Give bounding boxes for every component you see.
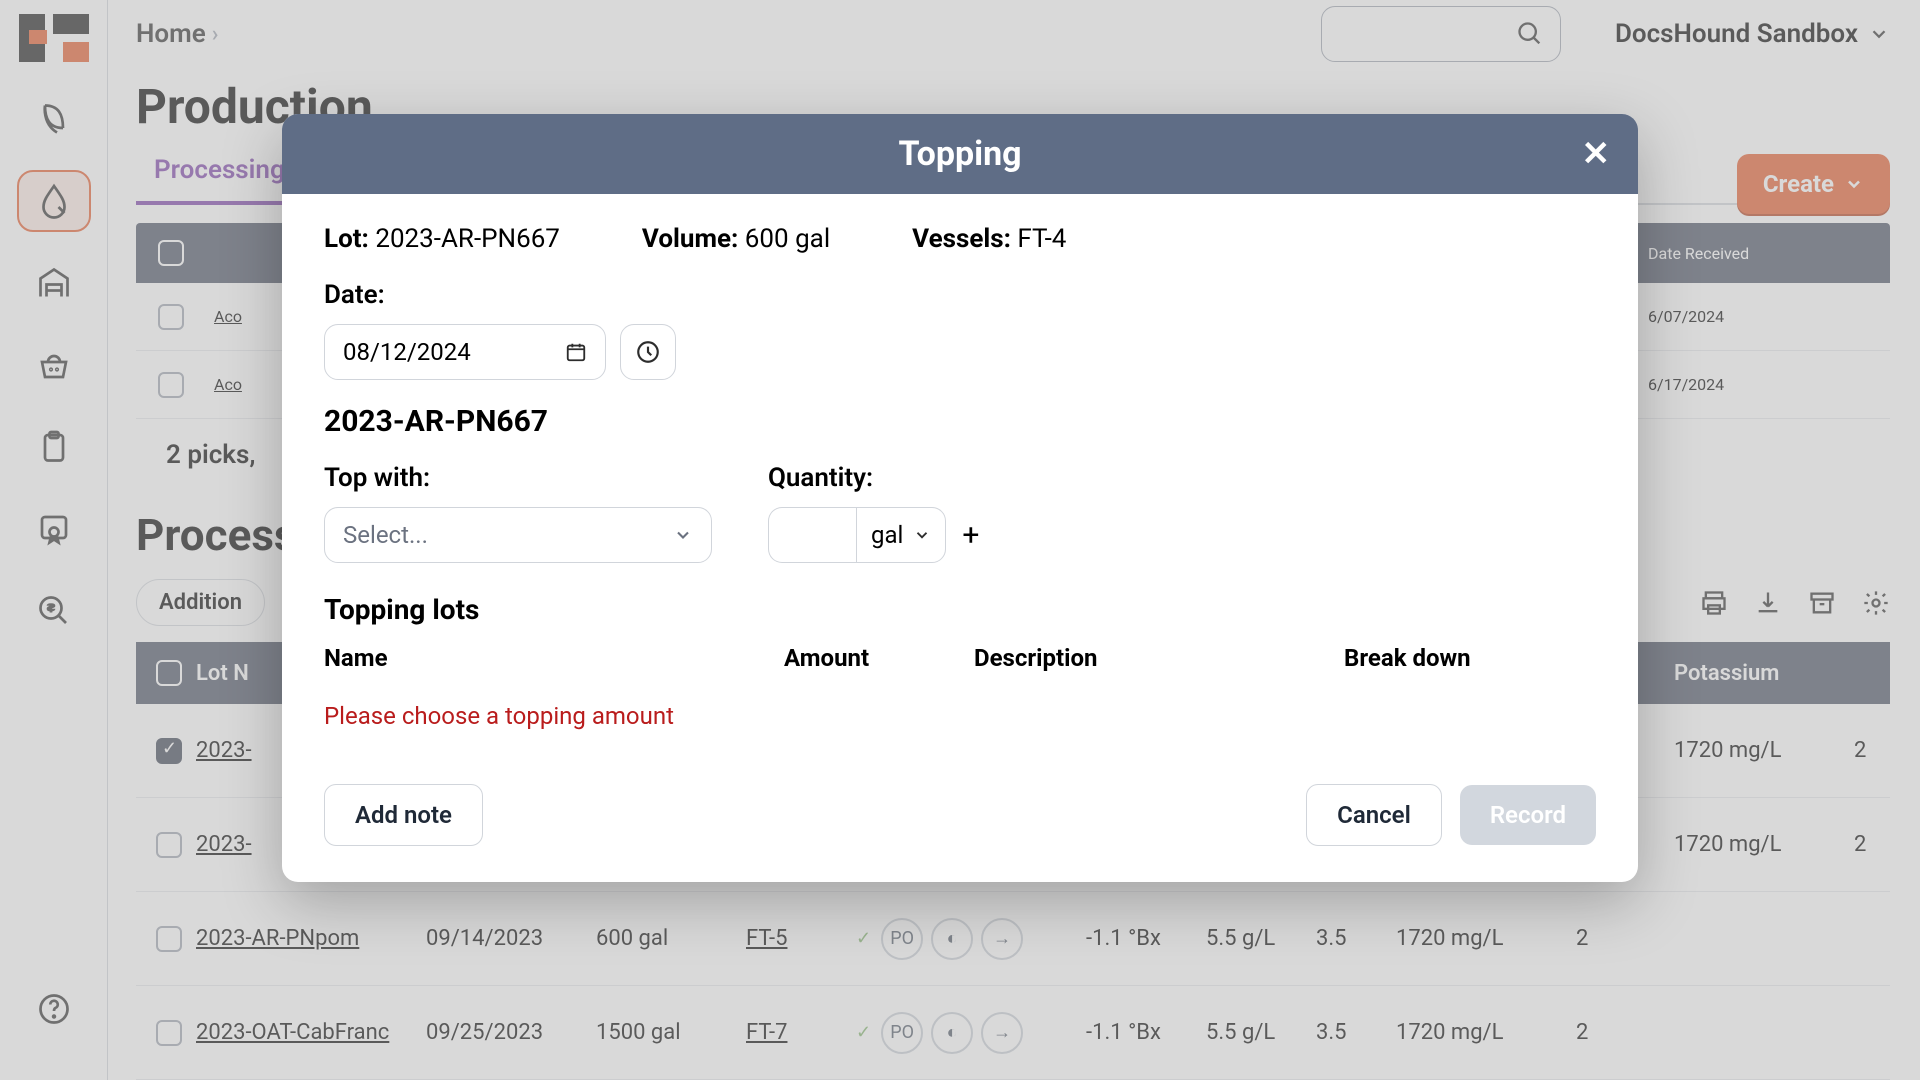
tl-desc-header: Description bbox=[974, 644, 1344, 672]
quantity-label: Quantity: bbox=[768, 463, 979, 493]
clock-icon bbox=[635, 339, 661, 365]
record-button[interactable]: Record bbox=[1460, 785, 1596, 845]
lot-subtitle: 2023-AR-PN667 bbox=[324, 404, 1596, 439]
tl-break-header: Break down bbox=[1344, 644, 1471, 672]
chevron-down-icon bbox=[913, 526, 931, 544]
top-with-label: Top with: bbox=[324, 463, 712, 493]
add-note-button[interactable]: Add note bbox=[324, 784, 483, 846]
error-message: Please choose a topping amount bbox=[324, 702, 1596, 730]
tl-name-header: Name bbox=[324, 644, 784, 672]
quantity-input[interactable] bbox=[768, 507, 856, 563]
modal-title: Topping bbox=[898, 134, 1021, 174]
select-placeholder: Select... bbox=[343, 521, 428, 549]
quantity-unit-select[interactable]: gal bbox=[856, 507, 946, 563]
unit-label: gal bbox=[871, 521, 903, 549]
time-button[interactable] bbox=[620, 324, 676, 380]
date-value: 08/12/2024 bbox=[343, 338, 471, 366]
lot-label: Lot: bbox=[324, 224, 369, 254]
date-label: Date: bbox=[324, 280, 1596, 310]
volume-label: Volume: bbox=[642, 224, 738, 254]
modal-header: Topping ✕ bbox=[282, 114, 1638, 194]
close-icon[interactable]: ✕ bbox=[1582, 134, 1611, 174]
topping-lots-title: Topping lots bbox=[324, 593, 1596, 626]
cancel-button[interactable]: Cancel bbox=[1306, 784, 1442, 846]
topping-modal: Topping ✕ Lot: 2023-AR-PN667 Volume: 600… bbox=[282, 114, 1638, 882]
date-input[interactable]: 08/12/2024 bbox=[324, 324, 606, 380]
lot-value: 2023-AR-PN667 bbox=[375, 224, 560, 254]
volume-value: 600 gal bbox=[745, 224, 830, 254]
vessels-value: FT-4 bbox=[1017, 224, 1066, 254]
add-quantity-button[interactable]: + bbox=[962, 518, 979, 553]
chevron-down-icon bbox=[673, 525, 693, 545]
tl-amount-header: Amount bbox=[784, 644, 974, 672]
calendar-icon bbox=[565, 341, 587, 363]
vessels-label: Vessels: bbox=[912, 224, 1011, 254]
top-with-select[interactable]: Select... bbox=[324, 507, 712, 563]
